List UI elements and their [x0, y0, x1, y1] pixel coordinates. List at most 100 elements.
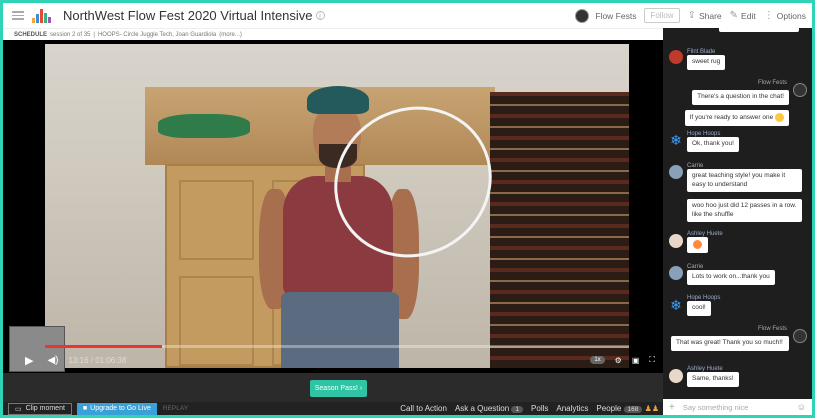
- scene-rug: [490, 92, 629, 368]
- scene-climbing-hold: [158, 114, 250, 138]
- upgrade-label: Upgrade to Go Live: [90, 405, 151, 412]
- ask-count-badge: 1: [511, 406, 524, 413]
- chat-message: Flow Fests: [687, 80, 787, 86]
- app-window: NorthWest Flow Fest 2020 Virtual Intensi…: [3, 3, 812, 415]
- chat-message: Carrie Lots to work on...thank you: [687, 264, 775, 285]
- edit-button[interactable]: ✎ Edit: [730, 10, 756, 21]
- chat-message: Ashley Huete Same, thanks!: [687, 366, 739, 387]
- bottom-bar: ▭ Clip moment ■ Upgrade to Go Live REPLA…: [3, 402, 663, 415]
- menu-icon[interactable]: [12, 11, 24, 20]
- avatar: [669, 266, 683, 280]
- speed-button[interactable]: 1x: [590, 356, 605, 364]
- pencil-icon: ✎: [729, 10, 739, 21]
- clip-icon: ▭: [15, 405, 22, 413]
- org-link[interactable]: Flow Fests: [575, 8, 637, 23]
- scene-cap: [307, 86, 369, 114]
- chat-bubble: Ok, thank you!: [687, 137, 739, 152]
- clip-label: Clip moment: [25, 405, 65, 412]
- share-icon: ⇪: [687, 10, 696, 21]
- ask-question-link[interactable]: Ask a Question 1: [454, 404, 524, 413]
- theater-icon[interactable]: ▣: [632, 356, 640, 365]
- settings-icon[interactable]: ⚙: [615, 356, 622, 365]
- chat-input-placeholder: Say something nice: [682, 402, 749, 412]
- player-controls: ▶ ◀) 13:16 / 01:06:38 1x ⚙ ▣ ⛶: [3, 348, 663, 372]
- smile-emoji-icon: [775, 113, 784, 122]
- avatar: [669, 165, 683, 179]
- top-bar: NorthWest Flow Fest 2020 Virtual Intensi…: [3, 3, 812, 28]
- ask-question-label: Ask a Question: [454, 404, 510, 413]
- season-pass-label: Season Pass!: [314, 385, 358, 392]
- follow-button[interactable]: Follow: [644, 8, 680, 23]
- org-name: Flow Fests: [595, 10, 637, 21]
- chat-message: Hope Hoops cool!: [687, 295, 720, 316]
- chat-bubble: If you're ready to answer one: [689, 114, 774, 122]
- call-to-action-link[interactable]: Call to Action: [400, 404, 447, 413]
- page-title: NorthWest Flow Fest 2020 Virtual Intensi…: [63, 8, 313, 23]
- time-display: 13:16 / 01:06:38: [68, 355, 127, 365]
- chat-message: That was great! Thank you so much!!: [671, 336, 789, 351]
- chat-bubble: sweet rug: [687, 55, 726, 70]
- edit-label: Edit: [741, 10, 756, 21]
- chat-message-partial: [719, 28, 799, 34]
- chat-message: There's a question in the chat!: [685, 90, 789, 105]
- polls-link[interactable]: Polls: [531, 404, 548, 413]
- more-link[interactable]: (more...): [219, 32, 242, 38]
- season-pass-button[interactable]: Season Pass! ›: [310, 380, 367, 397]
- chat-author: Flow Fests: [757, 326, 787, 332]
- options-button[interactable]: ⋮ Options: [764, 10, 806, 21]
- chat-bubble: Same, thanks!: [687, 372, 739, 387]
- snowflake-icon: ❄: [670, 297, 682, 313]
- chat-message: Hope Hoops Ok, thank you!: [687, 131, 739, 152]
- avatar: [669, 369, 683, 383]
- kebab-icon: ⋮: [763, 10, 774, 21]
- plus-icon[interactable]: +: [669, 402, 675, 413]
- avatar: [669, 50, 683, 64]
- chat-message: woo hoo just did 12 passes in a row. lik…: [687, 199, 802, 222]
- avatar: [793, 83, 807, 97]
- options-label: Options: [776, 10, 806, 21]
- camera-icon: ■: [82, 405, 88, 412]
- schedule-label[interactable]: SCHEDULE: [14, 32, 47, 38]
- chat-bubble: Lots to work on...thank you: [687, 270, 775, 285]
- emoji-picker-icon[interactable]: ☺: [797, 402, 806, 412]
- chat-message: If you're ready to answer one: [677, 110, 789, 126]
- snowflake-icon: ❄: [670, 132, 682, 148]
- heart-eyes-emoji-icon: [693, 240, 702, 249]
- people-link[interactable]: People 168 ♟♟: [596, 404, 659, 413]
- video-player[interactable]: ▶ ◀) 13:16 / 01:06:38 1x ⚙ ▣ ⛶: [3, 40, 663, 373]
- avatar: [793, 329, 807, 343]
- chat-message: Carrie great teaching style! you make it…: [687, 163, 802, 192]
- schedule-bar: SCHEDULE session 2 of 35 | HOOPS- Circle…: [3, 28, 663, 40]
- share-label: Share: [698, 10, 722, 21]
- chat-author: Flow Fests: [757, 80, 787, 86]
- replay-label: REPLAY: [162, 405, 189, 412]
- analytics-link[interactable]: Analytics: [556, 404, 588, 413]
- chat-bubble: There's a question in the chat!: [692, 90, 789, 105]
- chat-message: Flint Blade sweet rug: [687, 49, 726, 70]
- info-icon[interactable]: i: [315, 11, 325, 21]
- chevron-right-icon: ›: [359, 385, 363, 392]
- play-icon[interactable]: ▶: [25, 354, 33, 367]
- chat-bubble: cool!: [687, 301, 711, 316]
- fullscreen-icon[interactable]: ⛶: [649, 355, 655, 365]
- share-button[interactable]: ⇪ Share: [688, 10, 722, 21]
- upgrade-button[interactable]: ■ Upgrade to Go Live: [76, 402, 157, 415]
- chat-input[interactable]: + Say something nice ☺: [663, 399, 812, 415]
- session-counter: session 2 of 35: [50, 31, 91, 38]
- org-avatar: [575, 8, 590, 23]
- chat-bubble: woo hoo just did 12 passes in a row. lik…: [687, 199, 802, 222]
- chat-bubble: great teaching style! you make it easy t…: [687, 169, 802, 192]
- avatar: [669, 234, 683, 248]
- people-avatars-icon: ♟♟: [644, 404, 659, 413]
- chat-bubble: That was great! Thank you so much!!: [671, 336, 789, 351]
- chat-message: Ashley Huete: [687, 231, 723, 253]
- chat-panel: Flint Blade sweet rug Flow Fests There's…: [663, 28, 812, 415]
- people-label: People: [596, 404, 622, 413]
- bottom-actions: Call to Action Ask a Question 1 Polls An…: [400, 404, 659, 413]
- people-count-badge: 168: [623, 406, 643, 413]
- event-logo: [32, 8, 54, 23]
- volume-icon[interactable]: ◀): [47, 355, 58, 366]
- clip-moment-button[interactable]: ▭ Clip moment: [8, 402, 72, 415]
- session-title: HOOPS- Circle Juggle Tech, Joan Guardiol…: [97, 31, 217, 38]
- video-frame: [45, 44, 629, 368]
